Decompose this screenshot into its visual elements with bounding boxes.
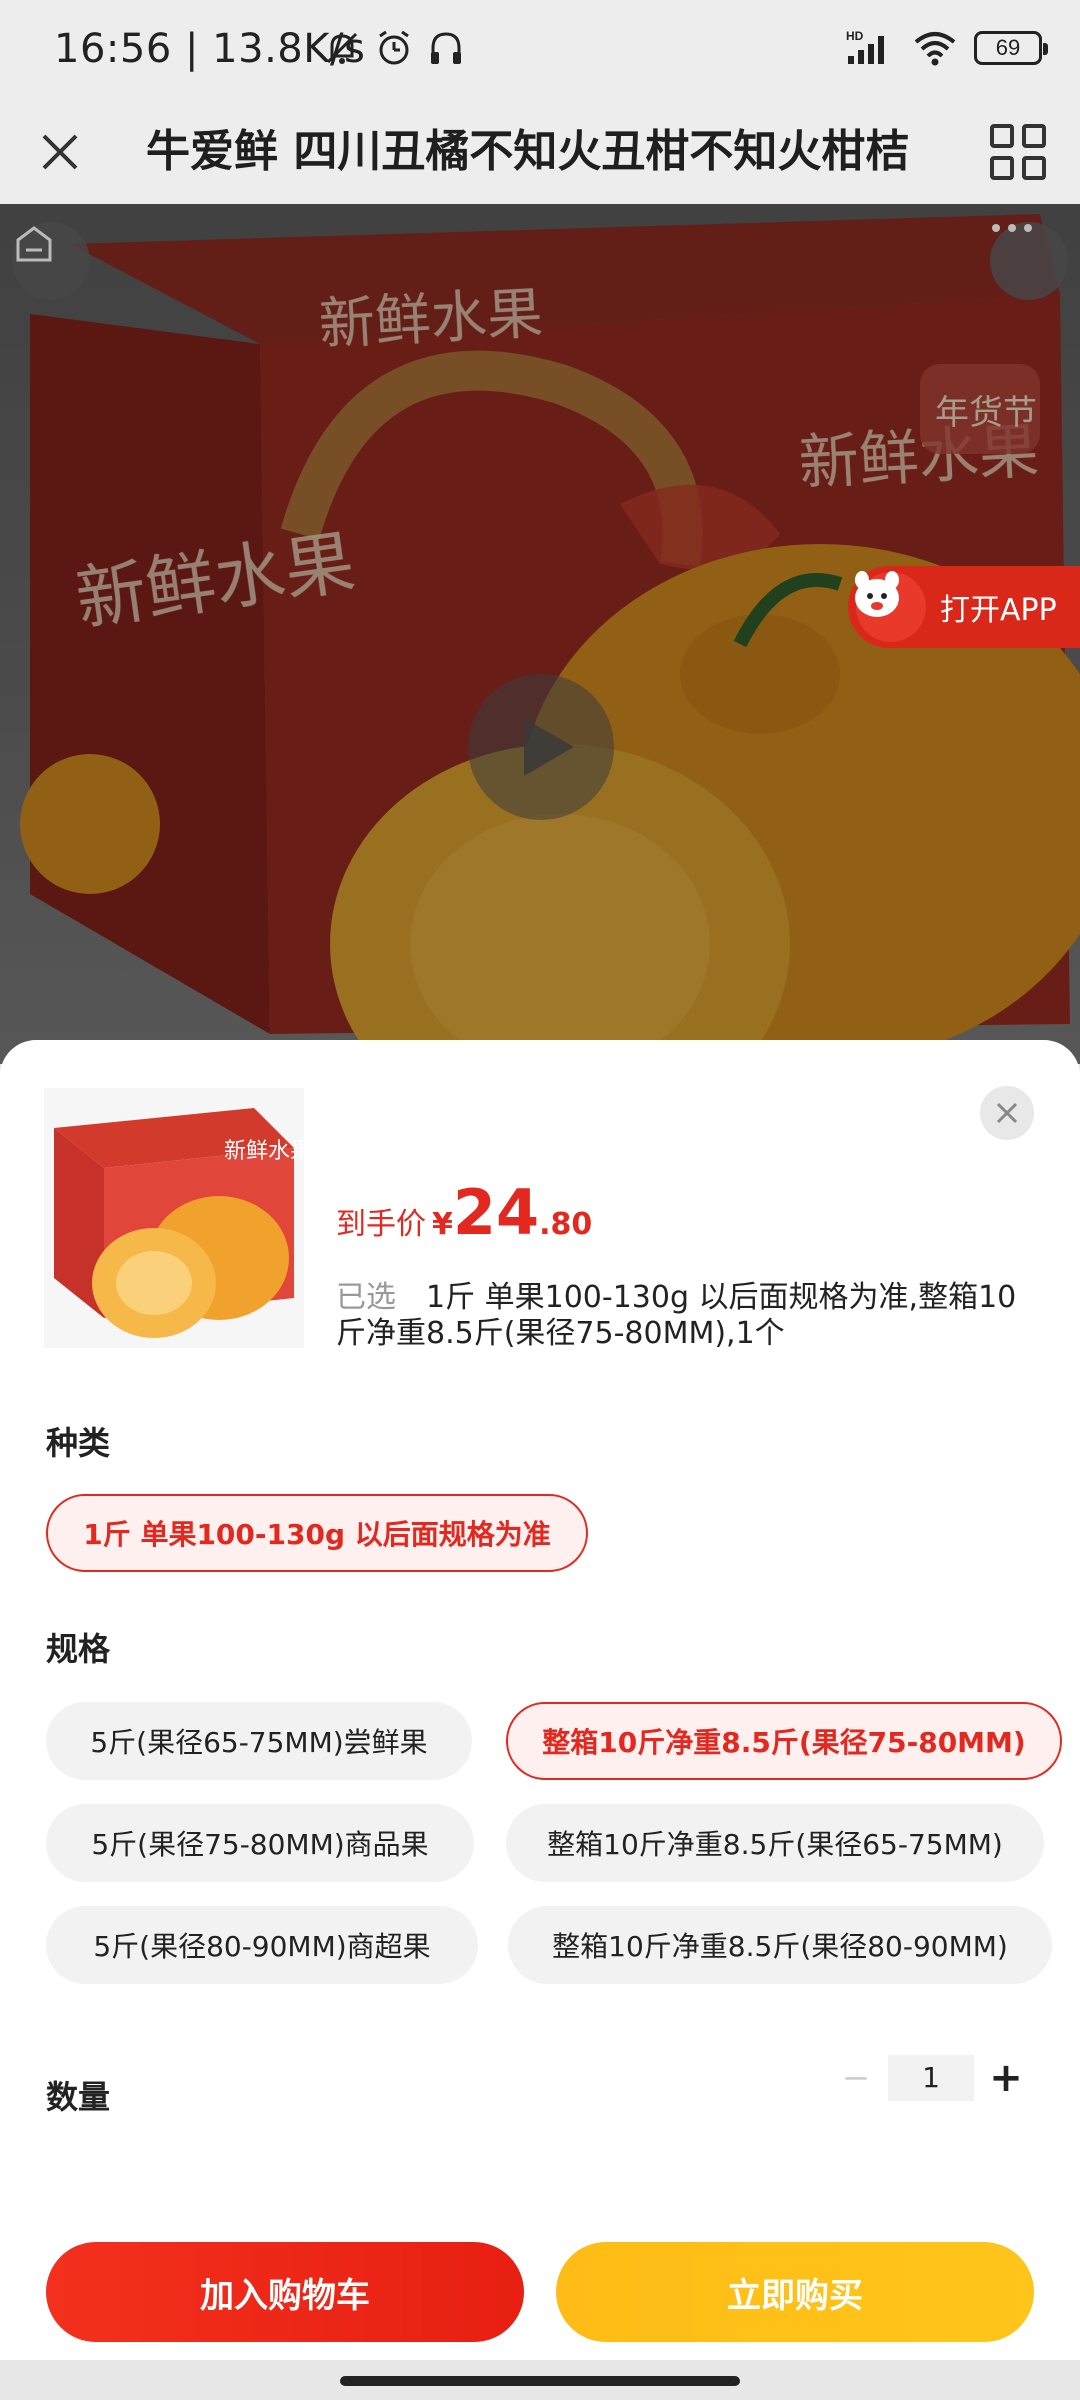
close-icon (996, 1102, 1018, 1124)
home-button[interactable] (12, 222, 90, 300)
play-video-button[interactable] (468, 674, 614, 820)
home-icon (16, 226, 52, 262)
thumb-box-text: 新鲜水果 (224, 1139, 304, 1164)
menu-grid-button[interactable] (984, 118, 1052, 186)
status-right-icons: HD 69 (844, 28, 1048, 68)
price-display: 到手价 ¥ 24 .80 (336, 1182, 592, 1244)
status-bar: 16:56 | 13.8K/s HD 69 (0, 0, 1080, 100)
sku-selector-sheet: 新鲜水果 到手价 ¥ 24 .80 已选 1斤 单果100-130g 以后面规格为… (0, 1040, 1080, 2360)
selected-value: 1斤 单果100-130g 以后面规格为准,整箱10斤净重8.5斤(果径75-8… (336, 1280, 1017, 1351)
buy-now-button[interactable]: 立即购买 (556, 2242, 1034, 2342)
page-title: 牛爱鲜 四川丑橘不知火丑柑不知火柑桔 (146, 126, 910, 177)
more-options-button[interactable] (990, 222, 1068, 300)
play-icon (524, 718, 574, 776)
price-currency: ¥ (432, 1207, 453, 1242)
quantity-title: 数量 (46, 2078, 111, 2116)
status-icons (322, 28, 466, 68)
headphones-icon (426, 28, 466, 68)
spec-option-5[interactable]: 5斤(果径80-90MM)商超果 (46, 1906, 478, 1984)
quantity-stepper: − 1 + (836, 2054, 1026, 2102)
wifi-icon (914, 32, 956, 66)
mute-notification-icon (322, 28, 362, 68)
alarm-icon (374, 28, 414, 68)
spec-option-6[interactable]: 整箱10斤净重8.5斤(果径80-90MM) (508, 1906, 1052, 1984)
selected-summary: 已选 1斤 单果100-130g 以后面规格为准,整箱10斤净重8.5斤(果径75… (336, 1280, 1046, 1352)
close-page-button[interactable] (28, 120, 92, 184)
system-nav-bar (0, 2360, 1080, 2400)
add-to-cart-button[interactable]: 加入购物车 (46, 2242, 524, 2342)
status-time: 16:56 | 13.8K/s (54, 26, 366, 72)
battery-indicator: 69 (974, 31, 1048, 65)
sheet-close-button[interactable] (980, 1086, 1034, 1140)
signal-icon: HD (846, 29, 884, 64)
jd-mascot-icon (855, 571, 926, 642)
quantity-increase-button[interactable]: + (986, 2055, 1026, 2101)
price-integer: 24 (452, 1176, 540, 1249)
spec-option-1[interactable]: 5斤(果径65-75MM)尝鲜果 (46, 1702, 472, 1780)
title-bar: 牛爱鲜 四川丑橘不知火丑柑不知火柑桔 (0, 100, 1080, 204)
home-gesture-handle[interactable] (340, 2376, 740, 2386)
close-icon (42, 134, 78, 170)
spec-section-title: 规格 (46, 1630, 111, 1668)
spec-option-2[interactable]: 整箱10斤净重8.5斤(果径75-80MM) (506, 1702, 1062, 1780)
selected-label: 已选 (336, 1280, 396, 1315)
grid-icon (990, 124, 1046, 180)
spec-option-4[interactable]: 整箱10斤净重8.5斤(果径65-75MM) (506, 1804, 1044, 1882)
open-app-button[interactable]: 打开APP (848, 566, 1080, 648)
more-dots-icon (992, 224, 1032, 232)
spec-option-3[interactable]: 5斤(果径75-80MM)商品果 (46, 1804, 474, 1882)
quantity-decrease-button[interactable]: − (836, 2058, 876, 2098)
open-app-label: 打开APP (940, 593, 1057, 628)
type-section-title: 种类 (46, 1424, 111, 1462)
product-hero-image[interactable]: 新鲜水果 新鲜水果 新鲜水果 年货节 打开APP (0, 204, 1080, 1064)
product-thumbnail: 新鲜水果 (44, 1088, 304, 1348)
price-label: 到手价 (336, 1207, 426, 1242)
type-option-1[interactable]: 1斤 单果100-130g 以后面规格为准 (46, 1494, 588, 1572)
quantity-value[interactable]: 1 (888, 2055, 974, 2101)
hd-label: HD (846, 29, 864, 43)
price-decimal: .80 (539, 1207, 593, 1242)
